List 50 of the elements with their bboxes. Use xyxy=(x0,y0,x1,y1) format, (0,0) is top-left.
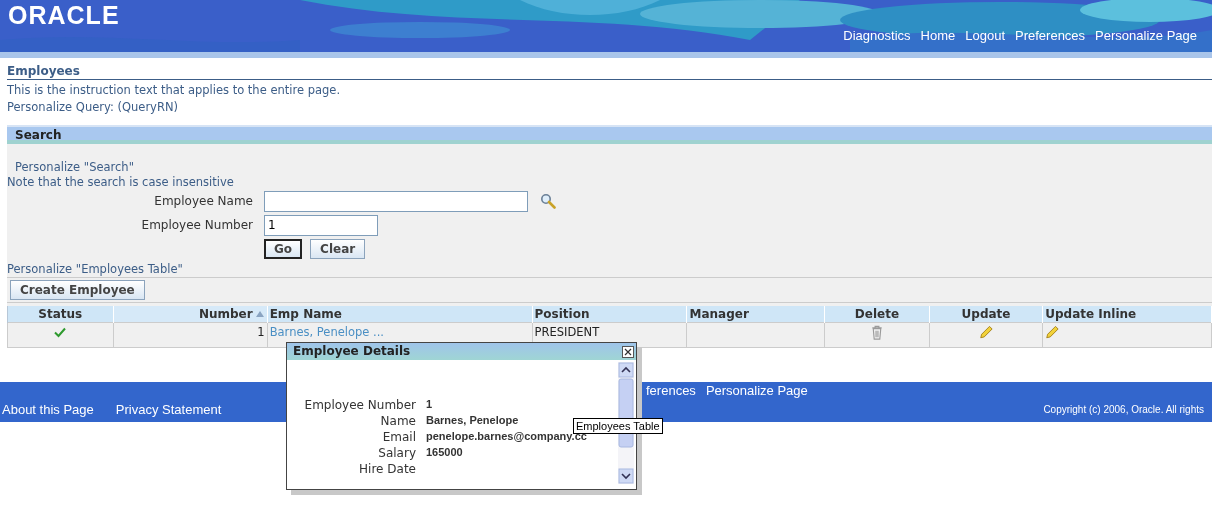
field-label: Employee Name xyxy=(153,194,254,208)
footer-link[interactable]: ferences xyxy=(646,383,696,402)
header-link[interactable]: Logout xyxy=(965,28,1005,43)
header-link[interactable]: Personalize Page xyxy=(1095,28,1197,43)
column-header[interactable]: Status xyxy=(7,306,114,323)
detail-value: 165000 xyxy=(426,446,463,460)
note-text: Note that the search is case insensitive xyxy=(7,175,235,189)
footer-link[interactable]: Personalize Page xyxy=(705,383,808,402)
personalize-link[interactable]: Personalize "Search" xyxy=(15,160,1212,174)
copyright-text: Copyright (c) 2006, Oracle. All rights xyxy=(1043,404,1204,415)
header-link[interactable]: Home xyxy=(920,28,956,43)
personalize-link[interactable]: Personalize Query: (QueryRN) xyxy=(7,100,1212,114)
search-icon[interactable] xyxy=(540,193,556,209)
column-header[interactable]: Delete xyxy=(824,306,930,323)
detail-value: 1 xyxy=(426,398,433,412)
input-field[interactable]: 1 xyxy=(264,214,378,236)
footer-link[interactable]: Privacy Statement xyxy=(115,402,222,417)
header-link[interactable]: Diagnostics xyxy=(843,28,911,43)
field-label: Employee Number xyxy=(140,218,254,232)
personalize-link[interactable]: Personalize "Employees Table" xyxy=(7,262,1212,278)
section-header: Search xyxy=(7,125,1212,144)
logo: ORACLE xyxy=(7,0,120,30)
detail-label: Salary xyxy=(377,446,416,462)
search-button[interactable]: Clear xyxy=(310,239,366,259)
sort-ascending-icon[interactable] xyxy=(254,310,265,318)
detail-label: Hire Date xyxy=(358,462,416,478)
header-link[interactable]: Preferences xyxy=(1015,28,1086,43)
table-cell: 1 xyxy=(113,322,268,348)
pencil-icon[interactable] xyxy=(979,325,994,340)
column-header[interactable]: Position xyxy=(532,306,687,323)
search-button[interactable]: Go xyxy=(264,239,303,259)
close-icon[interactable] xyxy=(622,345,634,358)
detail-label: Employee Number xyxy=(303,398,416,414)
detail-label: Email xyxy=(381,430,416,446)
trash-icon[interactable] xyxy=(869,325,884,340)
detail-value: Barnes, Penelope xyxy=(426,414,519,428)
pencil-icon[interactable] xyxy=(1045,325,1060,340)
column-header[interactable]: Update xyxy=(929,306,1043,323)
detail-label: Name xyxy=(379,414,416,430)
create-button[interactable]: Create Employee xyxy=(10,280,145,300)
column-header[interactable]: Emp Name xyxy=(267,306,533,323)
instruction-text: This is the instruction text that applies to the entire page. xyxy=(7,83,342,97)
popup-title: Employee Details xyxy=(292,343,412,360)
column-header[interactable]: Number xyxy=(113,306,268,323)
column-header[interactable]: Manager xyxy=(686,306,825,323)
page-title: Employees xyxy=(7,64,1212,80)
footer-link[interactable]: About this Page xyxy=(2,402,94,417)
input-field[interactable] xyxy=(264,190,528,212)
tooltip: Employees Table xyxy=(573,418,663,434)
column-header[interactable]: Update Inline xyxy=(1042,306,1212,323)
